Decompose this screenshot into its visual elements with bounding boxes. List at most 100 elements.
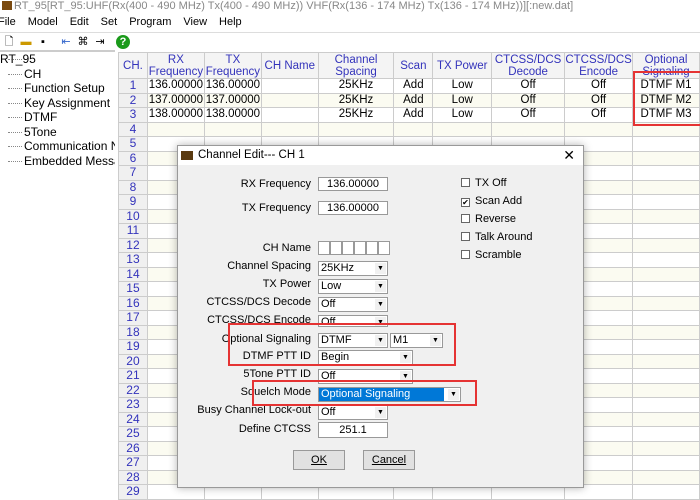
row-number[interactable]: 6 (118, 150, 148, 166)
row-number[interactable]: 22 (118, 382, 148, 398)
busy-lockout-select[interactable]: Off ▼ (318, 405, 388, 420)
menu-model[interactable]: Model (28, 14, 64, 31)
table-cell[interactable] (632, 324, 700, 340)
table-cell[interactable]: 138.00000 (146, 107, 205, 123)
tree-item-embedded-message[interactable]: Embedded Messag (0, 154, 115, 169)
table-cell[interactable]: Off (491, 78, 566, 94)
table-cell[interactable]: Low (432, 78, 493, 94)
row-number[interactable]: 1 (118, 78, 148, 94)
write-radio-icon[interactable]: ⇥ (93, 35, 107, 49)
table-cell[interactable]: 25KHz (317, 78, 395, 94)
table-cell[interactable]: 25KHz (317, 92, 395, 108)
row-number[interactable]: 7 (118, 165, 148, 181)
table-cell[interactable] (632, 208, 700, 224)
row-number[interactable]: 14 (118, 266, 148, 282)
menu-edit[interactable]: Edit (70, 14, 95, 31)
table-cell[interactable] (632, 469, 700, 485)
table-cell[interactable]: Add (393, 107, 434, 123)
row-number[interactable]: 8 (118, 179, 148, 195)
table-cell[interactable]: Add (393, 92, 434, 108)
table-cell[interactable] (632, 455, 700, 471)
row-number[interactable]: 9 (118, 194, 148, 210)
save-icon[interactable]: ▪ (36, 35, 50, 49)
column-header[interactable]: CTCSS/DCS Decode (491, 52, 566, 79)
row-number[interactable]: 17 (118, 310, 148, 326)
close-icon[interactable]: ✕ (563, 146, 575, 165)
tree-item-ch[interactable]: CH (0, 67, 115, 82)
table-cell[interactable]: Off (491, 107, 566, 123)
menu-file[interactable]: File (0, 14, 22, 31)
table-cell[interactable]: Add (393, 78, 434, 94)
table-cell[interactable] (491, 121, 566, 137)
help-icon[interactable]: ? (116, 34, 130, 49)
table-cell[interactable] (632, 194, 700, 210)
row-number[interactable]: 18 (118, 324, 148, 340)
row-number[interactable]: 25 (118, 426, 148, 442)
row-number[interactable]: 15 (118, 281, 148, 297)
tx-off-checkbox[interactable]: TX Off (461, 177, 507, 189)
row-number[interactable]: 13 (118, 252, 148, 268)
column-header[interactable]: RX Frequency (146, 52, 205, 79)
ctcss-decode-select[interactable]: Off ▼ (318, 297, 388, 312)
table-cell[interactable] (564, 121, 634, 137)
new-file-icon[interactable]: 🗋 (2, 35, 16, 49)
channel-spacing-select[interactable]: 25KHz ▼ (318, 261, 388, 276)
row-number[interactable]: 28 (118, 469, 148, 485)
table-cell[interactable] (632, 411, 700, 427)
reverse-checkbox[interactable]: Reverse (461, 213, 516, 225)
menu-help[interactable]: Help (219, 14, 248, 31)
tree-item-function-setup[interactable]: Function Setup (0, 81, 115, 96)
table-cell[interactable] (260, 107, 319, 123)
menu-set[interactable]: Set (101, 14, 124, 31)
rx-frequency-input[interactable]: 136.00000 (318, 177, 388, 191)
table-cell[interactable] (632, 310, 700, 326)
table-cell[interactable] (632, 484, 700, 500)
table-row[interactable]: 3 138.00000 138.00000 25KHz Add Low Off Off DTMF… (118, 107, 700, 123)
table-cell[interactable] (393, 121, 434, 137)
tree-item-key-assignment[interactable]: Key Assignment (0, 96, 115, 111)
menu-view[interactable]: View (183, 14, 213, 31)
table-row[interactable]: 2 137.00000 137.00000 25KHz Add Low Off Off DTMF… (118, 92, 700, 108)
table-cell[interactable] (632, 136, 700, 152)
row-number[interactable]: 24 (118, 411, 148, 427)
table-cell[interactable]: Off (564, 92, 634, 108)
row-number[interactable]: 2 (118, 92, 148, 108)
table-cell[interactable] (632, 368, 700, 384)
row-number[interactable]: 5 (118, 136, 148, 152)
row-number[interactable]: 3 (118, 107, 148, 123)
table-cell[interactable] (632, 426, 700, 442)
column-header[interactable]: CH Name (260, 52, 319, 79)
define-ctcss-input[interactable]: 251.1 (318, 422, 388, 438)
table-cell[interactable]: Low (432, 92, 493, 108)
tree-item-dtmf[interactable]: DTMF (0, 110, 115, 125)
table-row[interactable]: 1 136.00000 136.00000 25KHz Add Low Off Off DTMF… (118, 78, 700, 94)
row-number[interactable]: 21 (118, 368, 148, 384)
table-cell[interactable]: Off (564, 78, 634, 94)
table-cell[interactable]: 136.00000 (146, 78, 205, 94)
scan-add-checkbox[interactable]: ✔ Scan Add (461, 195, 522, 207)
row-number[interactable]: 11 (118, 223, 148, 239)
table-cell[interactable] (632, 223, 700, 239)
row-number[interactable]: 23 (118, 397, 148, 413)
ok-button[interactable]: OK (293, 450, 345, 470)
table-cell[interactable] (632, 179, 700, 195)
row-number[interactable]: 12 (118, 237, 148, 253)
row-number[interactable]: 27 (118, 455, 148, 471)
row-number[interactable]: 10 (118, 208, 148, 224)
table-cell[interactable] (632, 266, 700, 282)
row-number[interactable]: 16 (118, 295, 148, 311)
table-cell[interactable] (203, 121, 262, 137)
table-cell[interactable]: 25KHz (317, 107, 395, 123)
tree-item-communication[interactable]: Communication Nc (0, 139, 115, 154)
table-cell[interactable]: 136.00000 (203, 78, 262, 94)
table-row[interactable]: 4 (118, 121, 700, 137)
row-number[interactable]: 29 (118, 484, 148, 500)
column-header[interactable]: CTCSS/DCS Encode (564, 52, 634, 79)
table-cell[interactable] (632, 165, 700, 181)
table-cell[interactable] (260, 121, 319, 137)
table-cell[interactable] (632, 339, 700, 355)
column-header[interactable]: TX Power (432, 52, 493, 79)
row-number[interactable]: 20 (118, 353, 148, 369)
column-header[interactable]: Scan (393, 52, 434, 79)
table-cell[interactable] (432, 121, 493, 137)
